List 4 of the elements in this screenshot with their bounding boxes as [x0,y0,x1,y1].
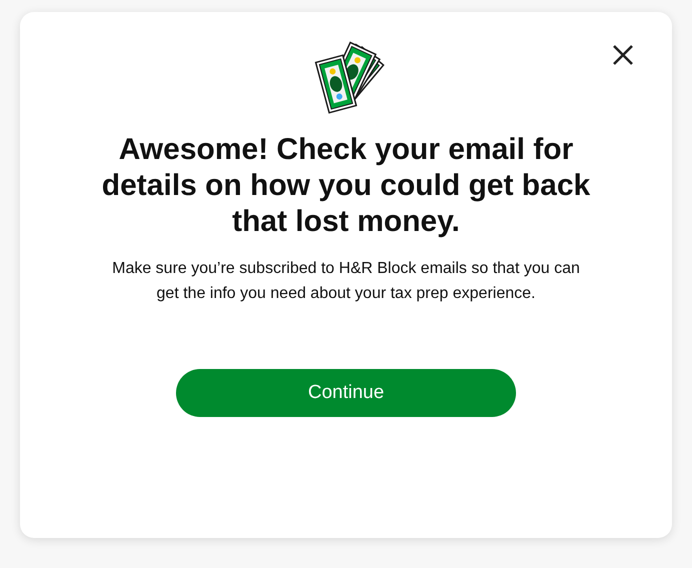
dialog-title: Awesome! Check your email for details on how you could get back that lost money. [100,132,592,240]
close-icon [612,44,634,66]
continue-button[interactable]: Continue [176,369,516,417]
dialog-message: Make sure you’re subscribed to H&R Block emails so that you can get the info you need about your tax prep experience. [111,259,581,304]
